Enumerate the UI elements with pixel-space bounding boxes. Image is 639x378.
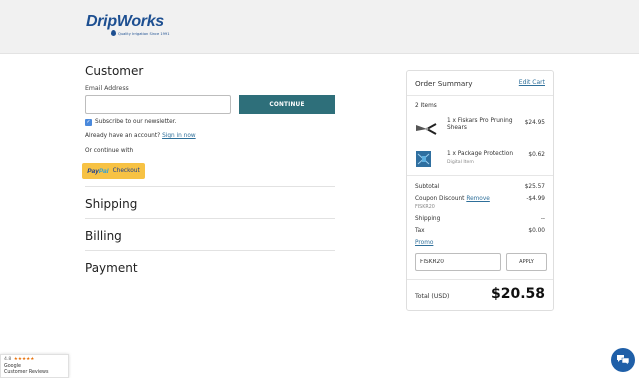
pruning-shears-image: [415, 121, 437, 137]
divider: [85, 250, 335, 251]
logo-wordmark: DripWorks: [86, 13, 164, 30]
subtotal-value: $25.57: [524, 184, 545, 190]
site-header: DripWorks Quality Irrigation Since 1991: [0, 0, 639, 54]
water-drop-icon: [111, 30, 116, 36]
have-account-text: Already have an account? Sign in now: [85, 133, 196, 139]
item-name: 1 x Fiskars Pro Pruning Shears: [447, 118, 513, 132]
billing-title[interactable]: Billing: [85, 229, 122, 243]
logo-tagline: Quality Irrigation Since 1991: [118, 32, 170, 36]
paypal-word-pal: Pal: [98, 167, 109, 175]
newsletter-checkbox[interactable]: ✓: [85, 119, 92, 126]
coupon-value: -$4.99: [526, 196, 545, 202]
coupon-code: FISKR20: [415, 205, 435, 210]
divider: [407, 95, 553, 96]
email-label: Email Address: [85, 85, 129, 92]
package-protection-image: [415, 151, 433, 167]
edit-cart-link[interactable]: Edit Cart: [519, 79, 545, 86]
shipping-value: --: [540, 216, 545, 222]
order-summary: Order Summary Edit Cart 2 Items 1 x Fisk…: [406, 70, 554, 311]
coupon-row: Coupon Discount Remove -$4.99: [415, 196, 545, 202]
chat-button[interactable]: [611, 348, 635, 372]
items-count: 2 Items: [415, 103, 437, 109]
dripworks-logo[interactable]: DripWorks Quality Irrigation Since 1991: [86, 13, 170, 39]
rating-score: 4.8: [4, 357, 12, 362]
promo-toggle-link[interactable]: Promo: [415, 240, 433, 246]
shipping-label: Shipping: [415, 216, 441, 222]
subtotal-row: Subtotal $25.57: [415, 184, 545, 190]
item-price: $24.95: [524, 120, 545, 126]
or-continue-text: Or continue with: [85, 148, 134, 154]
reviews-caption: Customer Reviews: [4, 370, 49, 375]
have-account-label: Already have an account?: [85, 133, 161, 139]
order-summary-title: Order Summary: [415, 79, 473, 88]
continue-button[interactable]: CONTINUE: [239, 95, 335, 114]
paypal-word-pay: Pay: [87, 167, 99, 175]
coupon-remove-link[interactable]: Remove: [466, 196, 490, 202]
google-reviews-badge[interactable]: 4.8 ★★★★★ Google Customer Reviews: [0, 354, 69, 378]
tax-value: $0.00: [528, 228, 545, 234]
item-name: 1 x Package Protection: [447, 151, 514, 157]
newsletter-label: Subscribe to our newsletter.: [95, 119, 177, 125]
item-subtitle: Digital Item: [447, 160, 474, 165]
paypal-checkout-label: Checkout: [112, 168, 140, 174]
sign-in-link[interactable]: Sign in now: [162, 133, 196, 139]
paypal-checkout-button[interactable]: Pay Pal Checkout: [82, 163, 145, 179]
tax-row: Tax $0.00: [415, 228, 545, 234]
item-price: $0.62: [528, 152, 545, 158]
reviews-rating: 4.8 ★★★★★: [4, 357, 34, 362]
customer-title: Customer: [85, 64, 144, 78]
shipping-row: Shipping --: [415, 216, 545, 222]
divider: [85, 218, 335, 219]
promo-code-input[interactable]: [415, 253, 501, 271]
tax-label: Tax: [415, 228, 425, 234]
rating-stars-icon: ★★★★★: [13, 357, 35, 362]
email-field[interactable]: [85, 95, 231, 114]
subtotal-label: Subtotal: [415, 184, 440, 190]
divider: [85, 186, 335, 187]
divider: [407, 175, 553, 176]
total-value: $20.58: [490, 286, 545, 302]
total-label: Total (USD): [415, 293, 450, 300]
shipping-title[interactable]: Shipping: [85, 197, 137, 211]
payment-title[interactable]: Payment: [85, 261, 138, 275]
order-summary-header: Order Summary Edit Cart: [415, 79, 545, 88]
chat-bubbles-icon: [616, 351, 630, 370]
divider: [407, 279, 553, 280]
coupon-label: Coupon Discount: [415, 196, 465, 202]
reviews-source: Google: [4, 364, 21, 369]
apply-button[interactable]: APPLY: [506, 253, 547, 271]
